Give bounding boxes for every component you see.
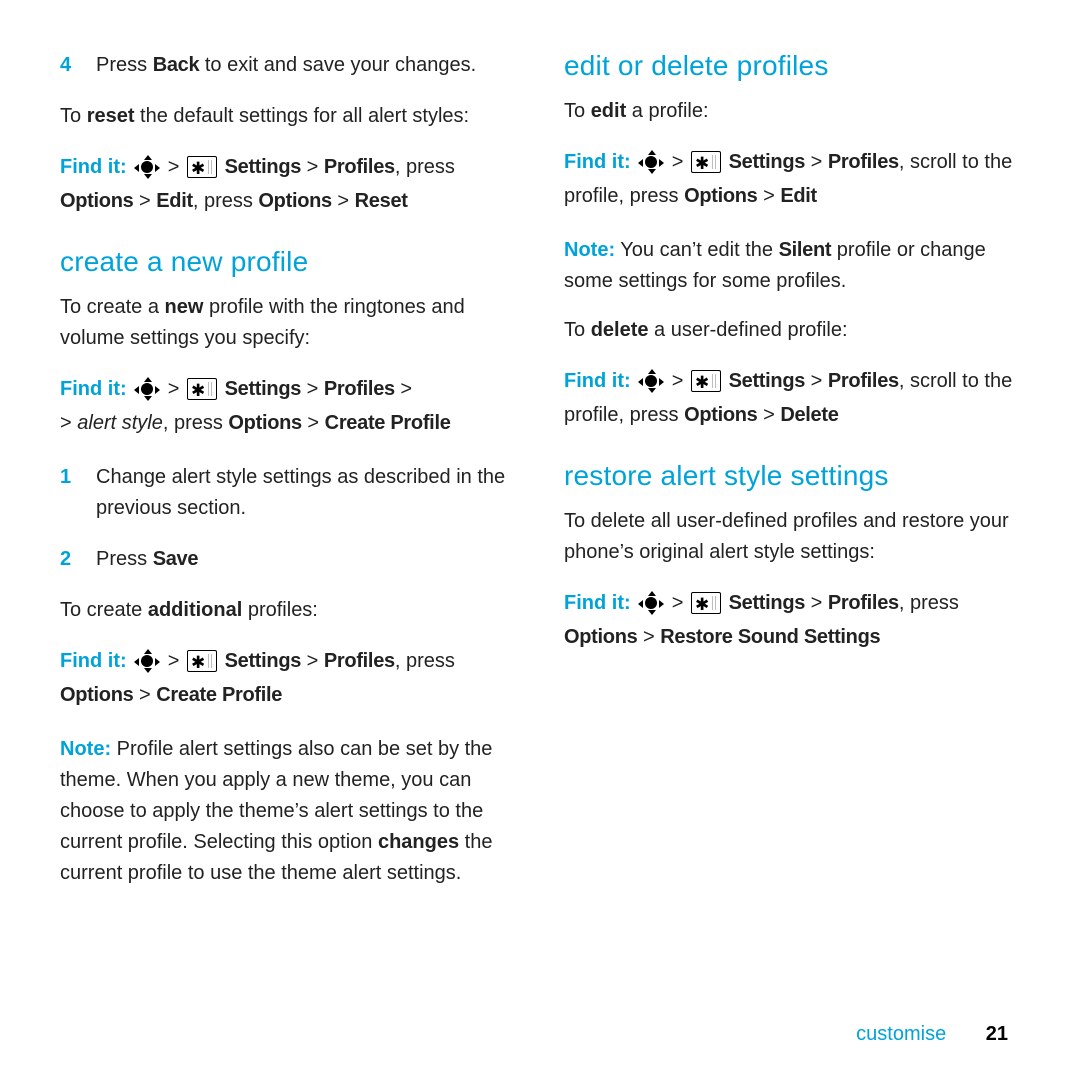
nav-key-icon: [134, 651, 160, 671]
key-save: Save: [153, 548, 199, 570]
left-column: 4 Press Back to exit and save your chang…: [60, 50, 516, 907]
settings-icon: [187, 650, 217, 672]
find-it-additional: Find it: > Settings > Profiles, press Op…: [60, 644, 516, 712]
settings-icon: [187, 156, 217, 178]
settings-icon: [691, 592, 721, 614]
page-body: 4 Press Back to exit and save your chang…: [0, 0, 1080, 907]
heading-create-profile: create a new profile: [60, 246, 516, 278]
section-name: customise: [856, 1023, 946, 1045]
restore-intro: To delete all user-defined profiles and …: [564, 506, 1020, 568]
right-column: edit or delete profiles To edit a profil…: [564, 50, 1020, 907]
page-number: 21: [986, 1023, 1008, 1045]
additional-intro: To create additional profiles:: [60, 595, 516, 626]
page-footer: customise 21: [856, 1023, 1008, 1046]
delete-intro: To delete a user-defined profile:: [564, 315, 1020, 346]
edit-note: Note: You can’t edit the Silent profile …: [564, 235, 1020, 297]
nav-key-icon: [638, 371, 664, 391]
find-it-reset: Find it: > Settings > Profiles, press Op…: [60, 150, 516, 218]
edit-intro: To edit a profile:: [564, 96, 1020, 127]
nav-key-icon: [134, 157, 160, 177]
step-text: Press Back to exit and save your changes…: [96, 50, 476, 81]
create-steps: 1 Change alert style settings as describ…: [60, 462, 516, 575]
settings-icon: [691, 151, 721, 173]
key-back: Back: [153, 54, 200, 76]
nav-key-icon: [638, 593, 664, 613]
step-number: 2: [60, 544, 74, 575]
settings-icon: [187, 378, 217, 400]
step-list-continued: 4 Press Back to exit and save your chang…: [60, 50, 516, 81]
nav-key-icon: [638, 152, 664, 172]
find-it-delete: Find it: > Settings > Profiles, scroll t…: [564, 364, 1020, 432]
step-number: 4: [60, 50, 74, 81]
theme-note: Note: Profile alert settings also can be…: [60, 734, 516, 889]
find-it-restore: Find it: > Settings > Profiles, press Op…: [564, 586, 1020, 654]
list-item: 4 Press Back to exit and save your chang…: [60, 50, 516, 81]
heading-restore: restore alert style settings: [564, 460, 1020, 492]
list-item: 2 Press Save: [60, 544, 516, 575]
find-it-edit: Find it: > Settings > Profiles, scroll t…: [564, 145, 1020, 213]
step-number: 1: [60, 462, 74, 524]
heading-edit-delete: edit or delete profiles: [564, 50, 1020, 82]
nav-key-icon: [134, 379, 160, 399]
step-text: Press Save: [96, 544, 198, 575]
reset-intro: To reset the default settings for all al…: [60, 101, 516, 132]
step-text: Change alert style settings as described…: [96, 462, 516, 524]
list-item: 1 Change alert style settings as describ…: [60, 462, 516, 524]
find-it-create: Find it: > Settings > Profiles > > alert…: [60, 372, 516, 440]
create-intro: To create a new profile with the rington…: [60, 292, 516, 354]
settings-icon: [691, 370, 721, 392]
